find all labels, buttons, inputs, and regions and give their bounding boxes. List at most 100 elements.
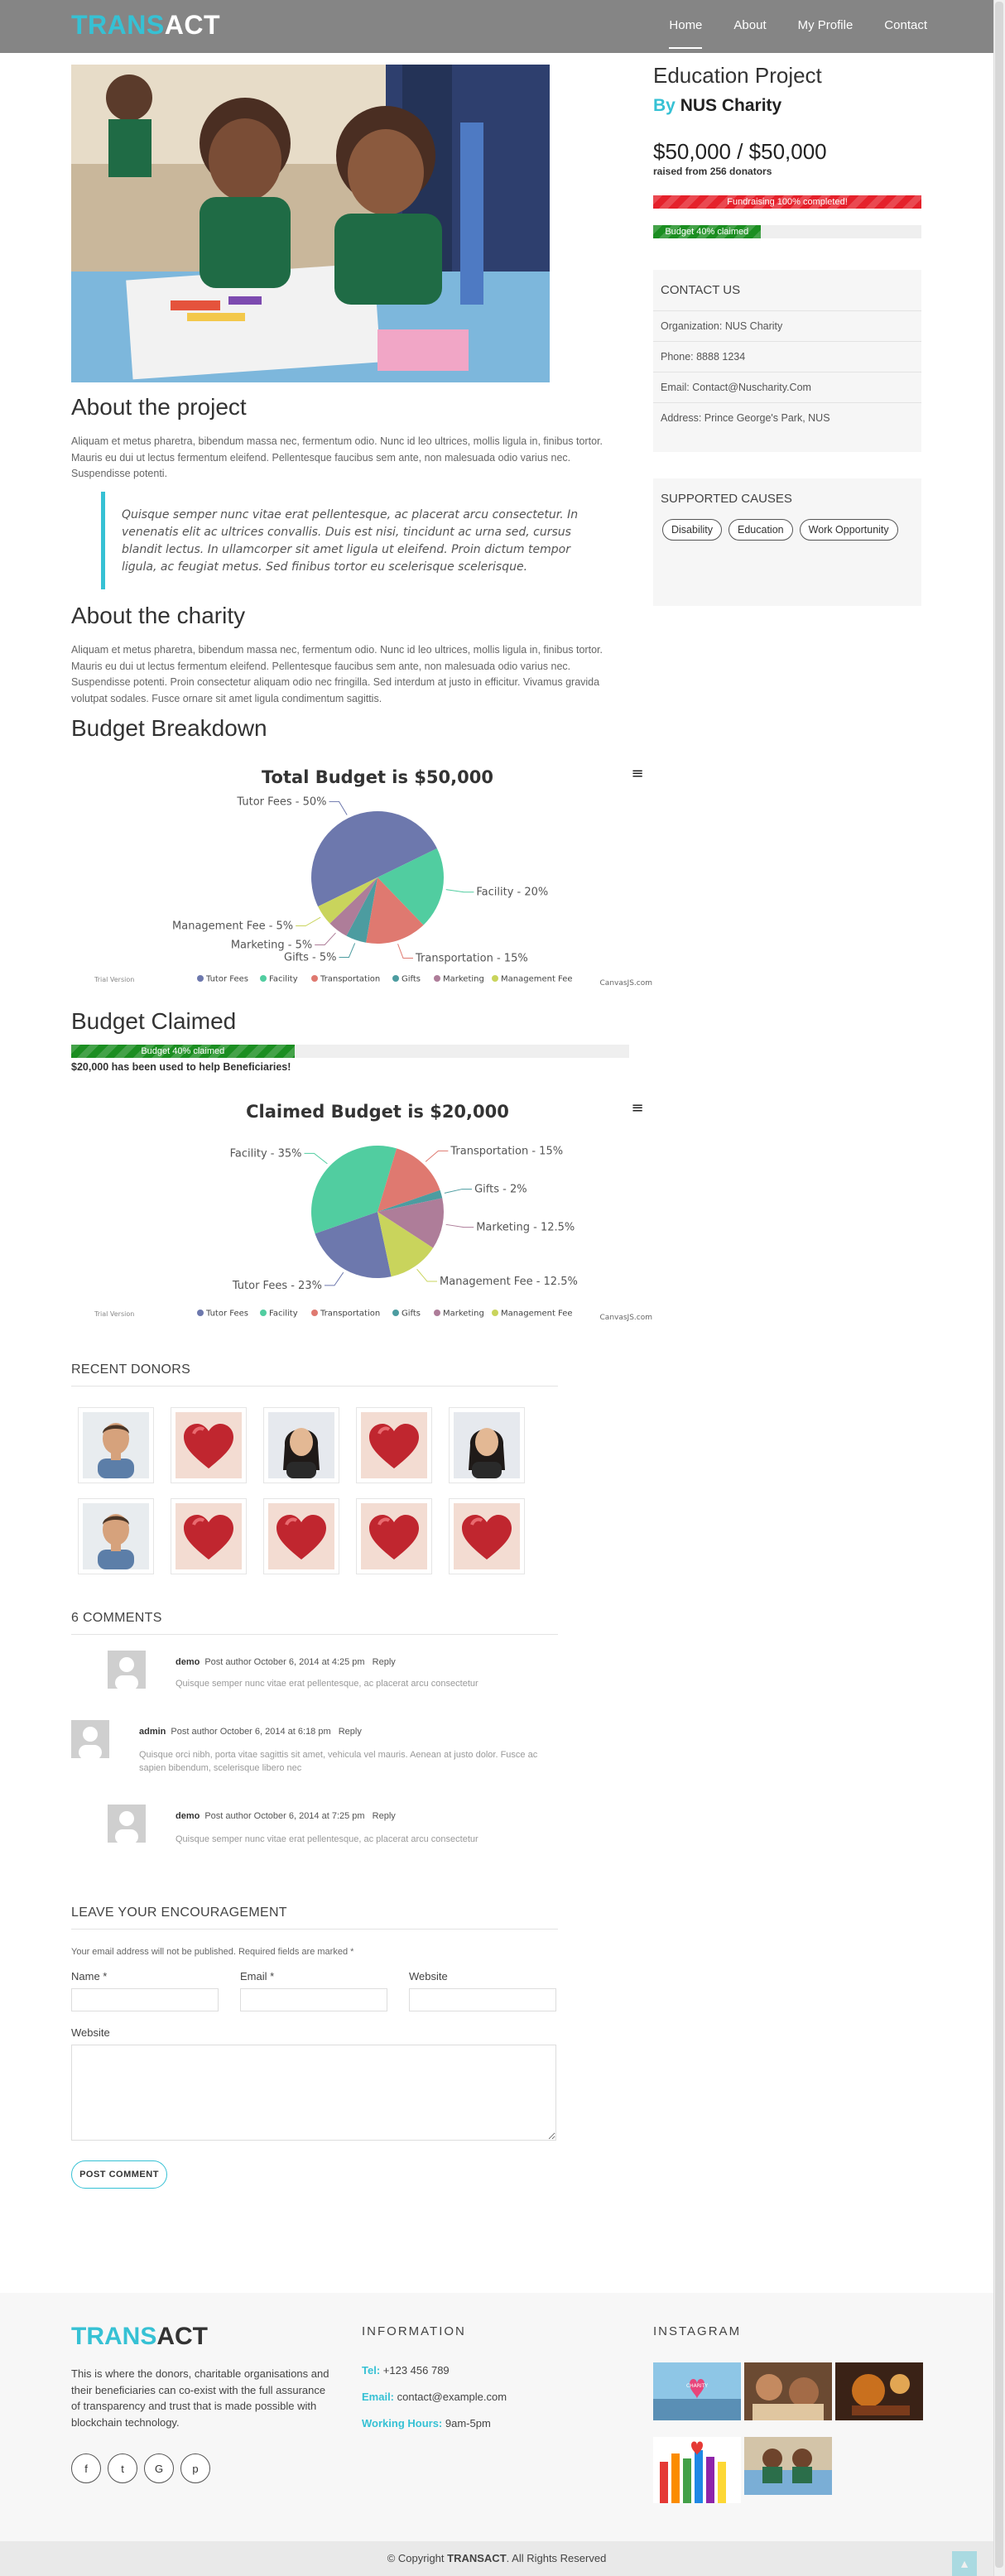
instagram-photo[interactable]: CHARITY [653,2362,741,2420]
legend-marker [434,975,440,982]
comment-author: demo [176,1811,200,1821]
pie-data-label: Gifts - 5% [284,951,336,964]
post-comment-button[interactable]: POST COMMENT [71,2160,167,2189]
heart-icon [268,1503,334,1569]
about-charity-heading: About the charity [71,603,246,628]
charity-name[interactable]: NUS Charity [680,96,782,115]
name-input[interactable] [71,1988,219,2011]
contact-box: CONTACT US Organization: NUS Charity Pho… [653,270,921,452]
instagram-photo[interactable] [744,2362,832,2420]
project-charity-byline: By NUS Charity [653,96,781,116]
form-divider [71,1929,558,1930]
footer-logo[interactable]: TRANSACT [71,2323,208,2351]
heart-icon [454,1503,520,1569]
budget-claimed-heading: Budget Claimed [71,1008,237,1034]
donor-thumbnail[interactable] [263,1407,339,1483]
heart-icon [361,1503,427,1569]
cause-tag-disability[interactable]: Disability [662,519,723,541]
recent-donors-title: RECENT DONORS [71,1362,191,1377]
about-project-heading: About the project [71,394,247,420]
pie-label-connector [445,889,474,893]
legend-marker [492,975,498,982]
donor-thumbnail[interactable] [356,1498,432,1574]
donator-count: raised from 256 donators [653,166,772,177]
comment-date: Post author October 6, 2014 at 6:18 pm [171,1727,331,1737]
facebook-icon[interactable]: f [71,2453,101,2483]
legend-label: Transportation [320,1310,380,1319]
main-nav: Home About My Profile Contact [669,18,927,49]
message-textarea[interactable] [71,2045,556,2141]
legend-label: Facility [269,1310,298,1319]
donor-avatar [268,1412,334,1478]
cause-tag-work-opportunity[interactable]: Work Opportunity [799,519,898,541]
comment-author: demo [176,1657,200,1667]
email-input[interactable] [240,1988,387,2011]
comment-reply-link[interactable]: Reply [339,1727,362,1737]
donor-thumbnail[interactable] [449,1407,525,1483]
google-icon[interactable]: G [144,2453,174,2483]
comments-divider [71,1634,558,1635]
pie-data-label: Transportation - 15% [450,1145,563,1157]
nav-home[interactable]: Home [669,18,703,49]
comment-text: Quisque semper nunc vitae erat pellentes… [176,1834,478,1844]
total-budget-pie-chart: Total Budget is $50,000 ≡ Tutor Fees - 50%… [71,753,659,993]
chart-menu-icon[interactable]: ≡ [631,1099,643,1117]
comments-title: 6 COMMENTS [71,1611,162,1625]
form-required-note: Your email address will not be published… [71,1947,354,1957]
website-input[interactable] [409,1988,556,2011]
comment-reply-link[interactable]: Reply [373,1811,396,1821]
donor-thumbnail[interactable] [78,1407,154,1483]
nav-my-profile[interactable]: My Profile [798,18,854,32]
blockquote-text: Quisque semper nunc vitae erat pellentes… [122,508,579,574]
claimed-progress-fill: Budget 40% claimed [71,1045,295,1058]
pinterest-icon[interactable]: p [180,2453,210,2483]
cause-tag-education[interactable]: Education [729,519,793,541]
heart-icon [176,1412,242,1478]
tel-value: +123 456 789 [382,2364,450,2377]
legend-marker [434,1310,440,1316]
legend-marker [311,975,318,982]
instagram-photo[interactable] [653,2437,741,2503]
legend-label: Gifts [402,975,421,984]
legend-label: Tutor Fees [205,1310,248,1319]
cause-tags: Disability Education Work Opportunity [653,519,921,541]
copyright-suffix: . All Rights Reserved [506,2552,607,2564]
instagram-photo[interactable] [835,2362,923,2420]
legend-marker [392,975,399,982]
logo-part-b: ACT [164,10,220,40]
message-label: Website [71,2026,110,2039]
nav-contact[interactable]: Contact [884,18,927,32]
scrollbar-thumb[interactable] [995,2,1003,2568]
instagram-photo[interactable] [744,2437,832,2495]
pie-label-connector [425,1150,449,1162]
legend-label: Marketing [443,975,484,984]
email-value[interactable]: contact@example.com [397,2391,507,2403]
copyright-text: © Copyright TRANSACT. All Rights Reserve… [0,2552,993,2564]
heart-icon [361,1412,427,1478]
chart-menu-icon[interactable]: ≡ [631,765,643,782]
donor-thumbnail[interactable] [263,1498,339,1574]
legend-marker [311,1310,318,1316]
donor-thumbnail[interactable] [171,1498,247,1574]
donor-thumbnail[interactable] [171,1407,247,1483]
comment-reply-link[interactable]: Reply [373,1657,396,1667]
pie-label-connector [416,1268,438,1282]
legend-label: Facility [269,975,298,984]
heart-icon [176,1503,242,1569]
site-logo[interactable]: TRANSACT [71,10,220,41]
donor-thumbnail[interactable] [449,1498,525,1574]
contact-address: Address: Prince George's Park, NUS [653,402,921,433]
logo-part-a: TRANS [71,10,165,40]
comment-avatar [108,1805,146,1843]
hours-value: 9am-5pm [445,2417,491,2429]
footer-information-title: INFORMATION [362,2324,466,2338]
pie-data-label: Marketing - 5% [231,939,312,951]
footer-instagram-title: INSTAGRAM [653,2324,742,2338]
pie-data-label: Marketing - 12.5% [476,1222,575,1234]
twitter-icon[interactable]: t [108,2453,137,2483]
nav-about[interactable]: About [733,18,766,32]
donor-thumbnail[interactable] [78,1498,154,1574]
supported-causes-box: SUPPORTED CAUSES Disability Education Wo… [653,478,921,606]
scroll-to-top-button[interactable]: ▲ [952,2551,977,2576]
donor-thumbnail[interactable] [356,1407,432,1483]
